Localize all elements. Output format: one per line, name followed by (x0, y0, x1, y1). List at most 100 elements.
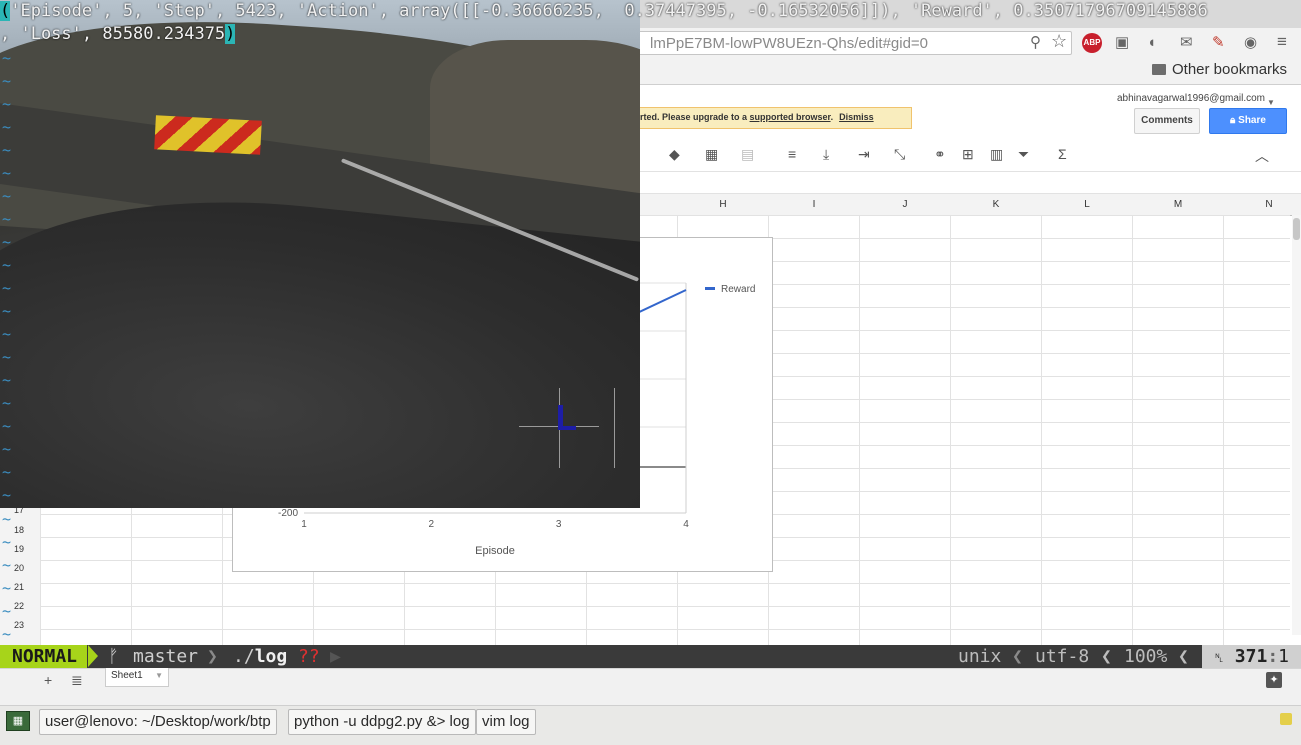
capture-icon[interactable]: ✎ (1212, 34, 1225, 52)
file-path: ./log ?? (233, 646, 320, 667)
sheet-tab-bar (0, 668, 1301, 706)
cursor-position: ␤ 371:1 (1202, 645, 1301, 668)
show-desktop-icon[interactable]: ▦ (6, 711, 30, 731)
vim-statusline: NORMAL ᚠ master ❯ ./log ?? ▶ unix ❮ utf-… (0, 645, 1301, 668)
column-header[interactable]: J (860, 199, 950, 210)
comments-button[interactable]: Comments (1134, 108, 1200, 134)
functions-icon[interactable]: Σ (1058, 146, 1067, 162)
game-viewport[interactable] (0, 0, 640, 508)
column-header[interactable]: K (951, 199, 1041, 210)
vim-tilde: ~ (2, 440, 12, 458)
notification-tray-icon[interactable] (1280, 713, 1292, 725)
vim-tilde: ~ (2, 394, 12, 412)
collapse-chevron-icon[interactable]: ︿ (1255, 146, 1269, 166)
insert-link-icon[interactable]: ⚭ (934, 146, 946, 163)
folder-icon (1152, 64, 1166, 75)
chart-x-tick: 3 (556, 519, 562, 530)
vim-tilde: ~ (2, 141, 12, 159)
vim-tilde: ~ (2, 602, 12, 620)
vim-tilde: ~ (2, 371, 12, 389)
segment-separator-icon: ❯ (207, 646, 218, 667)
vim-tilde: ~ (2, 486, 12, 504)
line-number-icon: ␤ (1214, 651, 1224, 665)
menu-icon[interactable]: ≡ (1277, 33, 1287, 51)
match-paren-close: ) (225, 24, 236, 44)
chart-x-tick: 2 (429, 519, 435, 530)
text-wrap-icon[interactable]: ⇥ (858, 146, 870, 163)
other-bookmarks[interactable]: Other bookmarks (1172, 61, 1287, 78)
log-line-2: , 'Loss', 85580.234375 (0, 24, 226, 44)
position-separator: : (1267, 646, 1279, 667)
taskbar-item-terminal[interactable]: user@lenovo: ~/Desktop/work/btp (39, 709, 277, 735)
segment-end-icon: ▶ (330, 646, 341, 667)
scrollbar-thumb[interactable] (1293, 218, 1300, 240)
vim-tilde: ~ (2, 72, 12, 90)
chart-legend-swatch (705, 287, 715, 290)
supported-browser-link[interactable]: supported browser (750, 112, 831, 122)
share-button[interactable]: 🔒︎ Share (1209, 108, 1287, 134)
vim-tilde: ~ (2, 118, 12, 136)
vim-tilde: ~ (2, 164, 12, 182)
file-format: unix (958, 646, 1002, 667)
separator-icon: ❮ (1012, 646, 1023, 667)
modified-flag: ?? (298, 646, 320, 667)
chart-x-tick: 4 (683, 519, 689, 530)
vertical-align-icon[interactable]: ⤓ (823, 146, 829, 163)
camera-icon[interactable]: ◉ (1244, 34, 1257, 52)
git-branch: master (133, 646, 199, 667)
vim-tilde: ~ (2, 233, 12, 251)
vim-buffer[interactable]: ('Episode', 5, 'Step', 5423, 'Action', a… (0, 0, 1208, 46)
taskbar-item-python[interactable]: python -u ddpg2.py &> log (288, 709, 476, 735)
vim-tilde: ~ (2, 556, 12, 574)
sheet-tab-label: Sheet1 (111, 670, 143, 681)
vim-tilde: ~ (2, 579, 12, 597)
column-header[interactable]: H (678, 199, 768, 210)
browser-warning-text: rted. Please upgrade to a supported brow… (640, 112, 874, 122)
sheet-tab[interactable]: Sheet1 ▼ (105, 667, 169, 687)
match-paren-open: ( (0, 1, 11, 21)
vim-tilde: ~ (2, 463, 12, 481)
vim-mode: NORMAL (0, 645, 88, 668)
chevron-warning-sign (154, 115, 262, 155)
control-indicator-foot (558, 426, 576, 430)
vim-tilde: ~ (2, 417, 12, 435)
sheet-tab-caret-icon[interactable]: ▼ (155, 667, 163, 685)
vim-tilde: ~ (2, 510, 12, 528)
chart-x-axis-label: Episode (475, 545, 515, 557)
column-header[interactable]: M (1133, 199, 1223, 210)
share-label: Share (1238, 115, 1266, 126)
fill-color-icon[interactable]: ◆ (669, 146, 680, 163)
column-header[interactable]: I (769, 199, 859, 210)
explore-icon[interactable]: ✦ (1266, 672, 1282, 688)
merge-cells-icon[interactable]: ▤ (741, 146, 754, 163)
vim-tilde: ~ (2, 256, 12, 274)
vim-tilde: ~ (2, 302, 12, 320)
vertical-scrollbar[interactable] (1292, 215, 1301, 635)
vim-tilde: ~ (2, 187, 12, 205)
insert-comment-icon[interactable]: ⊞ (962, 146, 974, 163)
insert-chart-icon[interactable]: ▥ (990, 146, 1003, 163)
text-rotation-icon[interactable]: ⤡ (894, 146, 905, 163)
log-line-1: 'Episode', 5, 'Step', 5423, 'Action', ar… (10, 1, 1208, 21)
lock-icon: 🔒︎ (1230, 115, 1239, 126)
vim-tilde: ~ (2, 348, 12, 366)
account-email[interactable]: abhinavagarwal1996@gmail.com (1117, 93, 1265, 104)
git-branch-icon: ᚠ (108, 646, 119, 667)
sheet-list-icon[interactable]: ≣ (71, 672, 83, 689)
vim-tilde: ~ (2, 49, 12, 67)
file-encoding: utf-8 (1035, 646, 1090, 667)
column-header[interactable]: L (1042, 199, 1132, 210)
borders-icon[interactable]: ▦ (705, 146, 718, 163)
filter-icon[interactable]: ⏷ (1018, 146, 1029, 163)
taskbar-item-vim[interactable]: vim log (476, 709, 536, 735)
dismiss-link[interactable]: Dismiss (839, 112, 874, 122)
mode-separator (88, 645, 98, 667)
chart-y-tick: -200 (278, 508, 298, 519)
align-left-icon[interactable]: ≡ (788, 146, 796, 162)
add-sheet-icon[interactable]: + (44, 672, 52, 688)
vim-tilde: ~ (2, 95, 12, 113)
column-number: 1 (1278, 646, 1289, 667)
column-header[interactable]: N (1224, 199, 1301, 210)
separator-icon: ❮ (1101, 646, 1112, 667)
line-number: 371 (1234, 646, 1268, 667)
